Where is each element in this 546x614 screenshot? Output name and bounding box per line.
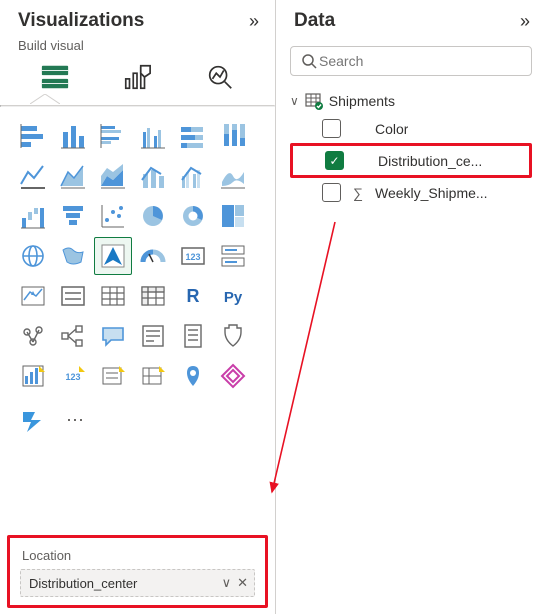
viz-treemap[interactable] bbox=[214, 197, 252, 235]
viz-stacked-area[interactable] bbox=[94, 157, 132, 195]
viz-power-apps[interactable] bbox=[14, 357, 52, 395]
viz-filled-map[interactable] bbox=[54, 237, 92, 275]
field-pill-text: Distribution_center bbox=[29, 576, 137, 591]
viz-stacked-bar-h[interactable] bbox=[14, 117, 52, 155]
viz-multi-card[interactable] bbox=[214, 237, 252, 275]
svg-text:Py: Py bbox=[224, 289, 243, 306]
visualizations-pane: Visualizations » Build visual bbox=[0, 0, 276, 614]
viz-azure-map[interactable] bbox=[94, 237, 132, 275]
viz-table[interactable] bbox=[94, 277, 132, 315]
viz-paginated[interactable] bbox=[174, 317, 212, 355]
viz-power-automate-1[interactable]: 123 bbox=[54, 357, 92, 395]
chevron-down-icon: ∨ bbox=[290, 94, 299, 108]
svg-text:R: R bbox=[187, 286, 200, 306]
viz-pie[interactable] bbox=[134, 197, 172, 235]
svg-text:123: 123 bbox=[185, 252, 200, 262]
tab-format[interactable] bbox=[116, 59, 158, 95]
field-distribution-center[interactable]: ✓ Distribution_ce... bbox=[290, 143, 532, 178]
viz-key-influencers[interactable] bbox=[14, 317, 52, 355]
viz-scatter[interactable] bbox=[94, 197, 132, 235]
viz-qna[interactable] bbox=[94, 317, 132, 355]
field-weekly-shipments[interactable]: ∑ Weekly_Shipme... bbox=[290, 178, 532, 207]
viz-power-automate-flow[interactable] bbox=[14, 401, 52, 439]
viz-get-more[interactable] bbox=[214, 357, 252, 395]
table-icon bbox=[305, 92, 323, 110]
viz-gauge[interactable] bbox=[134, 237, 172, 275]
viz-waterfall[interactable] bbox=[14, 197, 52, 235]
collapse-visualizations-icon[interactable]: » bbox=[249, 11, 259, 32]
table-name: Shipments bbox=[329, 93, 395, 109]
field-label: Distribution_ce... bbox=[378, 153, 482, 169]
viz-power-automate-2[interactable] bbox=[94, 357, 132, 395]
field-well-label: Location bbox=[20, 544, 255, 569]
viz-ribbon[interactable] bbox=[214, 157, 252, 195]
chevron-down-icon[interactable]: ∨ bbox=[222, 575, 232, 591]
viz-funnel[interactable] bbox=[54, 197, 92, 235]
viz-smart-narrative[interactable] bbox=[134, 317, 172, 355]
location-field-pill[interactable]: Distribution_center ∨ ✕ bbox=[20, 569, 255, 597]
viz-donut[interactable] bbox=[174, 197, 212, 235]
viz-card[interactable]: 123 bbox=[174, 237, 212, 275]
search-icon bbox=[301, 53, 317, 69]
checkbox-color[interactable] bbox=[322, 119, 341, 138]
data-pane: Data » ∨ Shipments Color ✓ Distribution_… bbox=[276, 0, 546, 614]
viz-decomposition[interactable] bbox=[54, 317, 92, 355]
field-color[interactable]: Color bbox=[290, 114, 532, 143]
remove-field-icon[interactable]: ✕ bbox=[237, 575, 248, 591]
visualization-type-grid: 123 R Py 123 bbox=[0, 107, 275, 401]
viz-map[interactable] bbox=[14, 237, 52, 275]
viz-power-automate-3[interactable] bbox=[134, 357, 172, 395]
visualizations-tabs bbox=[0, 59, 275, 95]
search-input[interactable] bbox=[317, 52, 521, 70]
viz-clustered-bar-v[interactable] bbox=[134, 117, 172, 155]
field-label: Weekly_Shipme... bbox=[375, 185, 488, 201]
viz-line-clustered-col[interactable] bbox=[174, 157, 212, 195]
viz-goals[interactable] bbox=[214, 317, 252, 355]
viz-slicer[interactable] bbox=[54, 277, 92, 315]
search-box[interactable] bbox=[290, 46, 532, 76]
more-visuals-button[interactable]: ⋯ bbox=[56, 401, 94, 439]
viz-clustered-bar-h[interactable] bbox=[94, 117, 132, 155]
viz-arcgis[interactable] bbox=[174, 357, 212, 395]
location-field-well: Location Distribution_center ∨ ✕ bbox=[7, 535, 268, 608]
viz-100-stacked-v[interactable] bbox=[214, 117, 252, 155]
svg-text:123: 123 bbox=[65, 372, 80, 382]
tab-build[interactable] bbox=[34, 59, 76, 95]
sigma-icon: ∑ bbox=[351, 185, 365, 201]
viz-area[interactable] bbox=[54, 157, 92, 195]
data-title: Data bbox=[294, 10, 335, 32]
viz-kpi[interactable] bbox=[14, 277, 52, 315]
visualizations-title: Visualizations bbox=[18, 10, 144, 32]
collapse-data-icon[interactable]: » bbox=[520, 11, 530, 32]
viz-matrix[interactable] bbox=[134, 277, 172, 315]
checkbox-distribution-center[interactable]: ✓ bbox=[325, 151, 344, 170]
viz-stacked-bar-v[interactable] bbox=[54, 117, 92, 155]
viz-r[interactable]: R bbox=[174, 277, 212, 315]
field-label: Color bbox=[375, 121, 408, 137]
viz-line-stacked-col[interactable] bbox=[134, 157, 172, 195]
viz-line[interactable] bbox=[14, 157, 52, 195]
viz-100-stacked-h[interactable] bbox=[174, 117, 212, 155]
fields-tree: ∨ Shipments Color ✓ Distribution_ce... ∑… bbox=[276, 88, 546, 207]
checkbox-weekly-shipments[interactable] bbox=[322, 183, 341, 202]
table-shipments[interactable]: ∨ Shipments bbox=[290, 88, 532, 114]
build-visual-label: Build visual bbox=[0, 36, 275, 59]
viz-python[interactable]: Py bbox=[214, 277, 252, 315]
tab-analytics[interactable] bbox=[199, 59, 241, 95]
